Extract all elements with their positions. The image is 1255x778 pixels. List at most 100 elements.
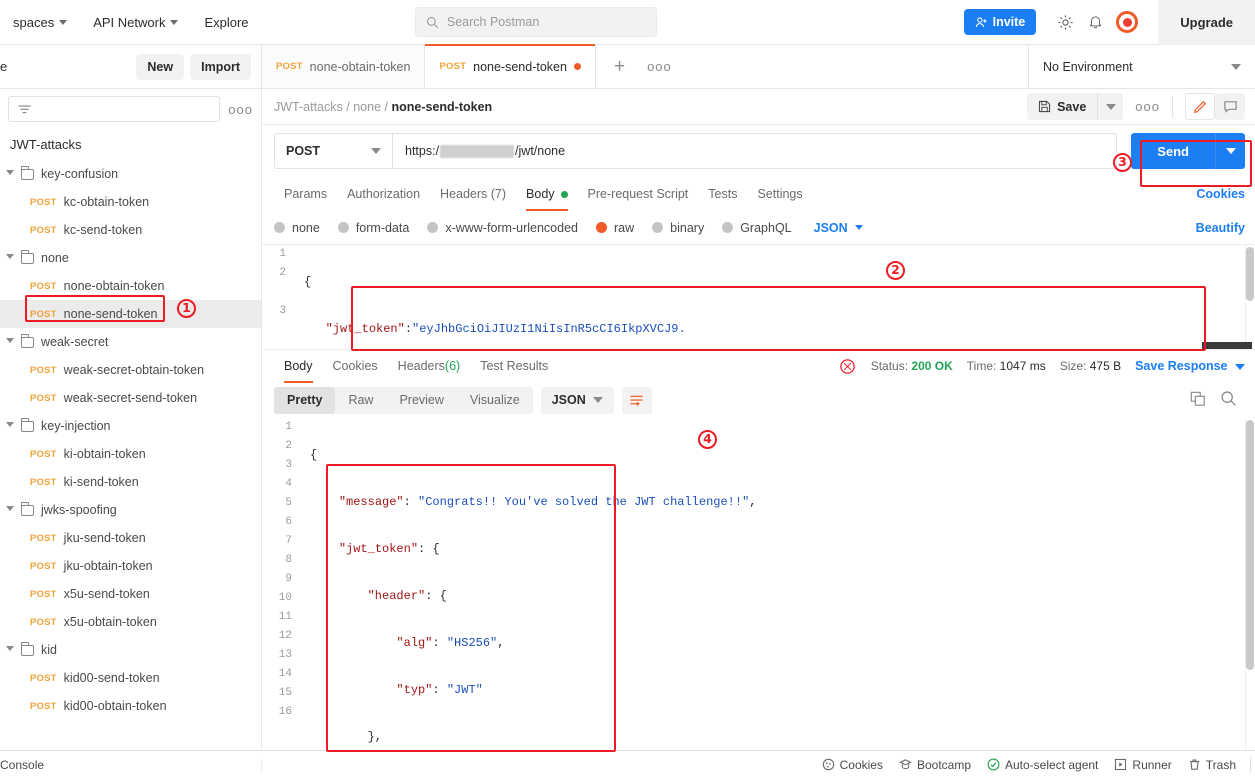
sidebar-folder-kid[interactable]: kid [0, 636, 261, 664]
sidebar-item-jku-obtain-token[interactable]: POST jku-obtain-token [0, 552, 261, 580]
view-mode-visualize[interactable]: Visualize [457, 387, 533, 414]
copy-button[interactable] [1190, 391, 1206, 410]
new-button[interactable]: New [136, 53, 185, 80]
response-scrollbar[interactable] [1245, 418, 1255, 750]
sidebar-item-kid00-send-token[interactable]: POST kid00-send-token [0, 664, 261, 692]
size-label: Size: [1059, 359, 1087, 373]
request-body-editor[interactable]: 1 2 3 { "jwt_token":"eyJhbGciOiJIUzI1NiI… [262, 245, 1255, 349]
tab-authorization[interactable]: Authorization [337, 177, 430, 211]
avatar[interactable] [1116, 11, 1139, 33]
body-mode-graphql[interactable]: GraphQL [722, 221, 792, 235]
request-body-scrollbar[interactable] [1245, 245, 1255, 349]
body-mode-form-data[interactable]: form-data [337, 221, 409, 235]
body-mode-urlencoded[interactable]: x-www-form-urlencoded [427, 221, 578, 235]
tab-pre-request-script[interactable]: Pre-request Script [578, 177, 699, 211]
sidebar-item-kid00-obtain-token[interactable]: POST kid00-obtain-token [0, 692, 261, 720]
view-mode-pretty[interactable]: Pretty [274, 386, 336, 414]
time-label: Time: [966, 359, 997, 373]
tab-params[interactable]: Params [274, 177, 337, 211]
sidebar-item-jku-send-token[interactable]: POST jku-send-token [0, 524, 261, 552]
settings-button[interactable] [1050, 7, 1080, 37]
request-body-code[interactable]: { "jwt_token":"eyJhbGciOiJIUzI1NiIsInR5c… [294, 245, 1237, 349]
url-input[interactable]: https:/ /jwt/none [392, 133, 1118, 169]
save-options-button[interactable] [1097, 93, 1124, 120]
global-search-input[interactable]: Search Postman [414, 7, 657, 37]
status-trash-button[interactable]: Trash [1188, 758, 1236, 772]
nav-explore[interactable]: Explore [191, 0, 261, 45]
sidebar-folder-none[interactable]: none [0, 244, 261, 272]
tab-body[interactable]: Body [516, 177, 578, 211]
status-cookies-button[interactable]: Cookies [822, 758, 883, 772]
edit-button[interactable] [1185, 93, 1215, 120]
sidebar-item-weak-secret-send-token[interactable]: POST weak-secret-send-token [0, 384, 261, 412]
sidebar-item-ki-obtain-token[interactable]: POST ki-obtain-token [0, 440, 261, 468]
collection-title[interactable]: JWT-attacks [0, 129, 261, 160]
word-wrap-button[interactable] [621, 386, 652, 414]
upgrade-button[interactable]: Upgrade [1158, 0, 1255, 45]
new-tab-icon[interactable]: + [614, 57, 625, 76]
import-button[interactable]: Import [190, 53, 251, 80]
invite-button[interactable]: Invite [963, 9, 1037, 35]
horizontal-scrollbar-thumb[interactable] [1202, 342, 1252, 349]
sidebar-item-none-send-token[interactable]: POST none-send-token [0, 300, 261, 328]
sidebar-folder-label: key-confusion [41, 167, 119, 181]
sidebar-more-options-icon[interactable]: ooo [228, 102, 253, 117]
method-selector[interactable]: POST [274, 133, 392, 169]
tab-none-obtain-token[interactable]: POST none-obtain-token [262, 45, 426, 88]
nav-workspaces[interactable]: spaces [0, 0, 80, 45]
sidebar-item-x5u-obtain-token[interactable]: POST x5u-obtain-token [0, 608, 261, 636]
sidebar-folder-key-injection[interactable]: key-injection [0, 412, 261, 440]
breadcrumb-collection[interactable]: JWT-attacks [274, 100, 343, 114]
search-response-button[interactable] [1220, 390, 1237, 410]
save-button[interactable]: Save [1027, 93, 1098, 120]
environment-label: No Environment [1043, 59, 1133, 74]
nav-api-network[interactable]: API Network [80, 0, 191, 45]
page-title: none-send-token [391, 99, 493, 114]
sidebar-item-weak-secret-obtain-token[interactable]: POST weak-secret-obtain-token [0, 356, 261, 384]
response-format-selector[interactable]: JSON [540, 386, 614, 414]
tab-none-send-token[interactable]: POST none-send-token [425, 44, 596, 88]
response-tab-headers[interactable]: Headers (6) [388, 350, 471, 383]
sidebar-folder-weak-secret[interactable]: weak-secret [0, 328, 261, 356]
view-mode-raw[interactable]: Raw [335, 387, 386, 414]
scrollbar-thumb[interactable] [1246, 247, 1254, 301]
sidebar-folder-jwks-spoofing[interactable]: jwks-spoofing [0, 496, 261, 524]
response-tab-cookies[interactable]: Cookies [323, 350, 388, 383]
sidebar-filter-input[interactable] [8, 96, 221, 122]
status-bootcamp-button[interactable]: Bootcamp [899, 758, 971, 772]
response-tab-test-results[interactable]: Test Results [470, 350, 558, 383]
body-mode-binary[interactable]: binary [652, 221, 704, 235]
view-mode-preview[interactable]: Preview [386, 387, 456, 414]
body-format-selector[interactable]: JSON [814, 221, 863, 235]
environment-selector[interactable]: No Environment [1029, 45, 1255, 88]
sidebar-folder-key-confusion[interactable]: key-confusion [0, 160, 261, 188]
body-mode-raw[interactable]: raw [596, 221, 634, 235]
console-area[interactable]: Console [0, 757, 262, 772]
response-tab-body[interactable]: Body [274, 350, 323, 383]
sidebar-item-kc-send-token[interactable]: POST kc-send-token [0, 216, 261, 244]
status-auto-select-agent-button[interactable]: Auto-select agent [987, 758, 1098, 772]
breadcrumb-folder[interactable]: none [353, 100, 381, 114]
response-code[interactable]: { "message": "Congrats!! You've solved t… [300, 418, 1237, 750]
notifications-button[interactable] [1080, 7, 1110, 37]
request-more-options-icon[interactable]: ooo [1135, 99, 1160, 114]
send-button[interactable]: Send [1131, 133, 1215, 169]
tab-tests[interactable]: Tests [698, 177, 747, 211]
scrollbar-thumb[interactable] [1246, 420, 1254, 670]
sidebar-item-x5u-send-token[interactable]: POST x5u-send-token [0, 580, 261, 608]
save-response-button[interactable]: Save Response [1135, 359, 1245, 373]
sidebar-item-none-obtain-token[interactable]: POST none-obtain-token [0, 272, 261, 300]
body-mode-none[interactable]: none [274, 221, 320, 235]
comments-button[interactable] [1215, 93, 1245, 120]
send-options-button[interactable] [1215, 133, 1245, 169]
tab-overflow-icon[interactable]: ooo [647, 59, 672, 74]
beautify-link[interactable]: Beautify [1196, 221, 1245, 235]
bug-icon[interactable] [839, 357, 857, 375]
sidebar-item-kc-obtain-token[interactable]: POST kc-obtain-token [0, 188, 261, 216]
response-body-viewer[interactable]: 1 2 3 4 5 6 7 8 9 10 11 12 13 14 15 16 {… [262, 418, 1255, 750]
cookies-link[interactable]: Cookies [1196, 187, 1245, 201]
tab-settings[interactable]: Settings [747, 177, 812, 211]
sidebar-item-ki-send-token[interactable]: POST ki-send-token [0, 468, 261, 496]
tab-headers[interactable]: Headers (7) [430, 177, 516, 211]
status-runner-button[interactable]: Runner [1114, 758, 1172, 772]
